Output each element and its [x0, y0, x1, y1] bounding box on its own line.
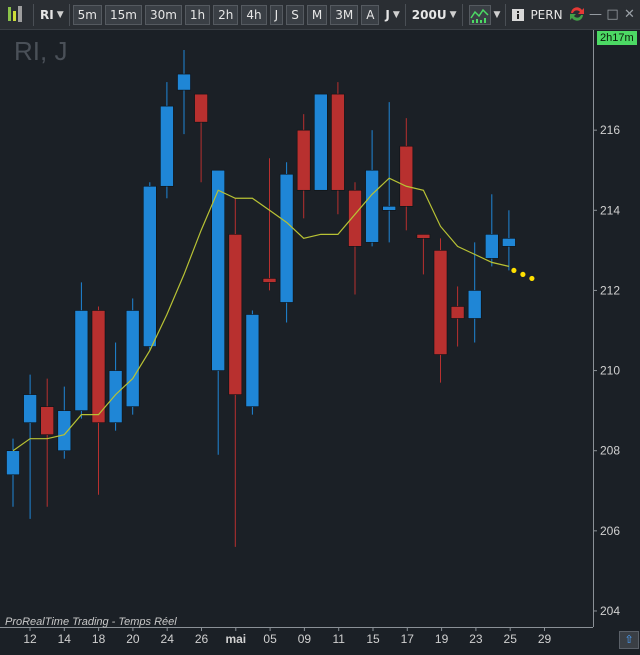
symbol-label: RI: [40, 7, 54, 22]
y-tick-label: 206: [600, 524, 620, 538]
toolbar-separator: [404, 3, 406, 26]
candle-body: [433, 250, 448, 355]
info-icon: [512, 8, 525, 21]
x-tick-label: 19: [435, 632, 449, 646]
candle-body: [365, 169, 379, 243]
x-tick-label: 24: [161, 632, 175, 646]
candle-body: [228, 234, 243, 395]
scroll-up-icon[interactable]: ⇧: [619, 631, 639, 649]
x-tick-label: 05: [263, 632, 277, 646]
sync-arrows-icon[interactable]: [563, 4, 587, 24]
candle-body: [279, 173, 294, 303]
candlestick-icon[interactable]: [4, 2, 28, 28]
toolbar-separator: [461, 3, 463, 26]
timeframe-button-3m[interactable]: 3M: [330, 4, 359, 25]
candle-body: [40, 406, 55, 435]
timeframe-button-a[interactable]: A: [361, 4, 380, 25]
y-tick-label: 214: [600, 203, 620, 217]
candle-body: [484, 234, 499, 259]
x-tick-label: 23: [469, 632, 483, 646]
x-tick-label: 26: [195, 632, 209, 646]
candle-body: [160, 105, 174, 187]
candle-body: [467, 290, 482, 319]
toolbar: RI ▼ 5m 15m 30m 1h 2h 4h J S M 3M A J ▼ 200U ▼ ▼ P…: [0, 0, 640, 30]
period-label: J: [385, 7, 390, 22]
toolbar-separator: [505, 3, 507, 26]
y-tick-label: 212: [600, 283, 620, 297]
price-chart[interactable]: 204 206 208 210 212 214 216 12 14 18 20 24 26 mai 05 09…: [0, 30, 640, 655]
symbol-selector[interactable]: RI ▼: [40, 8, 64, 22]
x-tick-label: 20: [126, 632, 140, 646]
candle-body: [23, 394, 37, 423]
chevron-down-icon[interactable]: ▼: [494, 10, 501, 20]
chevron-down-icon: ▼: [392, 9, 400, 20]
timeframe-button-5m[interactable]: 5m: [72, 4, 102, 25]
candle-body: [450, 306, 465, 319]
chevron-down-icon: ▼: [56, 9, 64, 20]
y-tick-label: 208: [600, 444, 620, 458]
x-tick-label: 14: [58, 632, 72, 646]
candle-body: [74, 310, 89, 411]
candle-body: [296, 129, 311, 191]
timeframe-button-s[interactable]: S: [286, 4, 304, 25]
x-tick-label: mai: [225, 632, 246, 646]
y-tick-label: 216: [600, 123, 620, 137]
units-label: 200U: [411, 7, 447, 22]
candle-body: [143, 185, 157, 347]
candle-body: [125, 310, 140, 407]
candle-body: [177, 73, 191, 91]
chevron-down-icon: ▼: [449, 9, 457, 20]
candle-body: [91, 310, 106, 423]
candle-body: [382, 205, 397, 211]
candle-body: [108, 370, 123, 423]
timeframe-button-1h[interactable]: 1h: [184, 4, 211, 25]
minimize-icon[interactable]: —: [587, 7, 604, 22]
data-source-label: ProRealTime Trading - Temps Réel: [5, 616, 177, 628]
units-selector[interactable]: 200U ▼: [412, 8, 457, 22]
y-tick-label: 204: [600, 604, 620, 618]
close-icon[interactable]: ✕: [621, 7, 638, 22]
timeframe-button-j[interactable]: J: [269, 4, 284, 25]
x-tick-label: 12: [23, 632, 37, 646]
candle-body: [416, 234, 431, 239]
x-tick-label: 18: [92, 632, 106, 646]
candle-countdown: 2h17m: [597, 31, 637, 45]
candle-body: [57, 410, 72, 452]
x-tick-label: 29: [538, 632, 552, 646]
timeframe-button-2h[interactable]: 2h: [213, 4, 239, 25]
window-controls: — □ ✕: [563, 4, 638, 24]
toolbar-separator: [33, 3, 34, 26]
candle-body: [313, 93, 328, 191]
candle-body: [6, 450, 20, 476]
indicator-chart-icon[interactable]: [468, 4, 491, 25]
candle-body: [502, 238, 516, 247]
candle-body: [348, 189, 362, 247]
candle-body: [399, 145, 414, 207]
projection-dot: [520, 271, 526, 278]
x-tick-label: 11: [332, 632, 345, 646]
candle-body: [262, 278, 277, 283]
y-tick-label: 210: [600, 364, 620, 378]
x-tick-label: 09: [298, 632, 312, 646]
chart-title: RI, J: [14, 36, 68, 66]
timeframe-button-4h[interactable]: 4h: [241, 4, 267, 25]
x-tick-label: 15: [366, 632, 380, 646]
candle-body: [194, 93, 208, 123]
projection-dot: [529, 275, 535, 282]
timeframe-button-15m[interactable]: 15m: [104, 4, 142, 25]
x-tick-label: 17: [401, 632, 415, 646]
timeframe-buttons: 5m 15m 30m 1h 2h 4h J S M 3M A: [70, 4, 380, 25]
projection-dot: [511, 267, 517, 274]
timeframe-button-30m[interactable]: 30m: [144, 4, 182, 25]
candle-body: [331, 93, 345, 191]
maximize-icon[interactable]: □: [604, 7, 621, 22]
candle-body: [245, 314, 260, 407]
timeframe-button-m[interactable]: M: [306, 4, 328, 25]
period-selector[interactable]: J ▼: [385, 8, 399, 22]
x-tick-label: 25: [504, 632, 518, 646]
